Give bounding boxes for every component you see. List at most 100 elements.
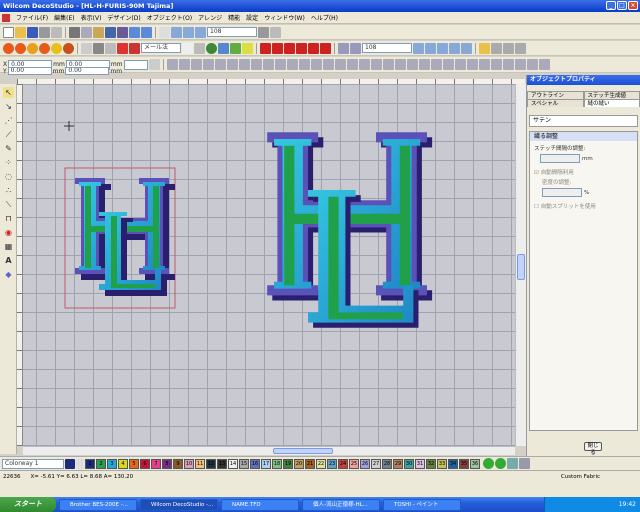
preview-icon[interactable] bbox=[51, 26, 62, 38]
color-swatch[interactable]: 32 bbox=[426, 458, 436, 469]
tab-special[interactable]: スペシャル bbox=[527, 99, 584, 107]
measure-icon[interactable] bbox=[350, 42, 361, 54]
color-swatch[interactable]: 7 bbox=[151, 458, 161, 469]
zoom-combo[interactable]: 108 bbox=[207, 27, 257, 37]
colorway-select[interactable]: Colorway 1 bbox=[2, 458, 64, 469]
menu-window[interactable]: ウィンドウ(W) bbox=[264, 13, 305, 22]
zoom-out-icon[interactable] bbox=[183, 26, 194, 38]
color-swatch[interactable]: 6 bbox=[140, 458, 150, 469]
design-canvas[interactable] bbox=[17, 84, 515, 446]
color-swatch[interactable]: 31 bbox=[415, 458, 425, 469]
arrange-q-icon[interactable] bbox=[502, 59, 514, 70]
tab-outline[interactable]: アウトライン bbox=[527, 91, 584, 99]
select-arrow-icon[interactable]: ↖ bbox=[3, 87, 14, 98]
menu-design[interactable]: デザイン(D) bbox=[107, 13, 140, 22]
density-input[interactable] bbox=[542, 188, 582, 197]
zoom-in-icon[interactable] bbox=[171, 26, 182, 38]
arrange-g-icon[interactable] bbox=[382, 59, 394, 70]
minimize-button[interactable]: _ bbox=[606, 1, 616, 10]
stitch-pattern-b-icon[interactable] bbox=[272, 42, 283, 54]
y-field[interactable]: 0.00 bbox=[7, 67, 52, 75]
color-swatch[interactable]: 19 bbox=[283, 458, 293, 469]
save-icon[interactable] bbox=[27, 26, 38, 38]
color-swatch[interactable]: 36 bbox=[470, 458, 480, 469]
color-swatch[interactable]: 3 bbox=[107, 458, 117, 469]
start-button[interactable]: スタート bbox=[0, 497, 56, 512]
clock[interactable]: 19:42 bbox=[619, 501, 636, 508]
tab-stitch-type[interactable]: 縫の縫い bbox=[583, 99, 640, 107]
rotate-icon[interactable] bbox=[286, 59, 298, 70]
knife-tool-icon[interactable]: ⟋ bbox=[3, 129, 14, 140]
distribute-icon[interactable] bbox=[238, 59, 250, 70]
stitch-pattern-c-icon[interactable] bbox=[284, 42, 295, 54]
color-swatch[interactable]: 12 bbox=[206, 458, 216, 469]
zoom-box-icon[interactable] bbox=[195, 26, 206, 38]
undo-icon[interactable] bbox=[129, 26, 140, 38]
color-swatch[interactable]: 25 bbox=[349, 458, 359, 469]
line-tool-icon[interactable]: ⟍ bbox=[3, 199, 14, 210]
arrange-a-icon[interactable] bbox=[310, 59, 322, 70]
arrange-k-icon[interactable] bbox=[430, 59, 442, 70]
cap-icon[interactable] bbox=[117, 26, 128, 38]
arrange-o-icon[interactable] bbox=[478, 59, 490, 70]
appliqué-icon[interactable] bbox=[117, 42, 128, 54]
library-icon[interactable] bbox=[515, 42, 526, 54]
monogram-icon[interactable]: ◆ bbox=[3, 269, 14, 280]
menu-arrange[interactable]: アレンジ bbox=[198, 13, 222, 22]
color-swatch[interactable]: 2 bbox=[96, 458, 106, 469]
mirror-icon[interactable] bbox=[298, 59, 310, 70]
circle-tool-icon[interactable]: ◉ bbox=[3, 227, 14, 238]
knife-icon[interactable] bbox=[338, 42, 349, 54]
triple-run-icon[interactable] bbox=[63, 42, 74, 54]
zoom-prev-icon[interactable] bbox=[437, 42, 448, 54]
menu-settings[interactable]: 設定 bbox=[246, 13, 258, 22]
task-name-tfd[interactable]: NAME.TFD bbox=[221, 498, 299, 511]
color-swatch[interactable]: 17 bbox=[261, 458, 271, 469]
color-swatch[interactable]: 26 bbox=[360, 458, 370, 469]
zoom-combo-2[interactable]: 108 bbox=[362, 43, 412, 53]
point-tool-icon[interactable]: ∴ bbox=[3, 185, 14, 196]
method-combo[interactable]: メール法 bbox=[141, 43, 181, 53]
menu-file[interactable]: ファイル(F) bbox=[16, 13, 48, 22]
color-swatch[interactable]: 14 bbox=[228, 458, 238, 469]
maximize-button[interactable]: □ bbox=[617, 1, 627, 10]
pointer-icon[interactable] bbox=[159, 26, 170, 38]
task-wilcom[interactable]: Wilcom DecoStudio -... bbox=[140, 498, 218, 511]
complex-fill-icon[interactable] bbox=[39, 42, 50, 54]
color-swatch[interactable]: 9 bbox=[173, 458, 183, 469]
color-swatch[interactable]: 16 bbox=[250, 458, 260, 469]
color-swatch[interactable]: 27 bbox=[371, 458, 381, 469]
color-swatch[interactable]: 1 bbox=[85, 458, 95, 469]
spacing-input[interactable] bbox=[540, 154, 580, 163]
vertical-scroll-thumb[interactable] bbox=[517, 254, 525, 280]
grid-icon[interactable] bbox=[258, 26, 269, 38]
horizontal-scrollbar[interactable] bbox=[23, 446, 515, 455]
color-swatch[interactable]: 28 bbox=[382, 458, 392, 469]
color-swatch[interactable]: 13 bbox=[217, 458, 227, 469]
task-folder[interactable]: 個人-流山正徳様-HL... bbox=[302, 498, 380, 511]
arrange-h-icon[interactable] bbox=[394, 59, 406, 70]
pen-tool-icon[interactable]: ✎ bbox=[3, 143, 14, 154]
rect-tool-icon[interactable]: ▦ bbox=[3, 241, 14, 252]
arrange-p-icon[interactable] bbox=[490, 59, 502, 70]
satin-icon[interactable] bbox=[81, 42, 92, 54]
arrange-s-icon[interactable] bbox=[526, 59, 538, 70]
task-paint[interactable]: TOSHI - ペイント bbox=[383, 498, 461, 511]
arrange-c-icon[interactable] bbox=[334, 59, 346, 70]
color-swatch[interactable]: 18 bbox=[272, 458, 282, 469]
colorway-dropdown-icon[interactable] bbox=[76, 458, 84, 469]
color-list-icon[interactable] bbox=[519, 458, 530, 469]
reshape-icon[interactable]: ↘ bbox=[3, 101, 14, 112]
help-icon[interactable] bbox=[242, 42, 253, 54]
outline-tool-icon[interactable] bbox=[3, 42, 14, 54]
arrange-d-icon[interactable] bbox=[346, 59, 358, 70]
group-icon[interactable] bbox=[250, 59, 262, 70]
arrange-m-icon[interactable] bbox=[454, 59, 466, 70]
sequence-icon[interactable] bbox=[491, 42, 502, 54]
fill-type-icon[interactable] bbox=[105, 42, 116, 54]
tab-stitch-values[interactable]: ステッチ生成値 bbox=[583, 91, 640, 99]
layout-icon[interactable] bbox=[270, 26, 281, 38]
scale-icon[interactable] bbox=[230, 42, 241, 54]
remove-color-icon[interactable] bbox=[495, 458, 506, 469]
auto-split-checkbox[interactable]: ☐ 自動スプリットを使用 bbox=[534, 202, 633, 210]
